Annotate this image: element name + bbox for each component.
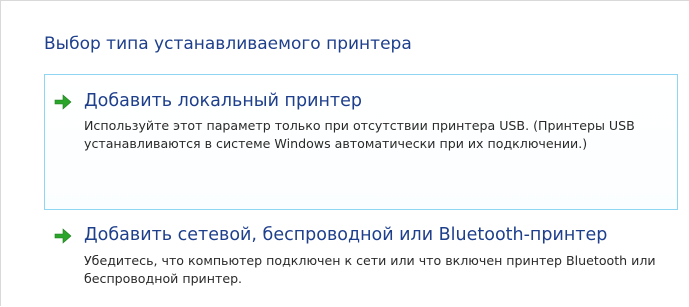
option-description: Используйте этот параметр только при отс… <box>84 118 635 151</box>
option-title: Добавить сетевой, беспроводной или Bluet… <box>84 225 608 245</box>
page-title: Выбор типа устанавливаемого принтера <box>44 34 412 54</box>
option-description: Убедитесь, что компьютер подключен к сет… <box>84 253 656 286</box>
add-local-printer-option[interactable]: Добавить локальный принтер Используйте э… <box>44 74 678 210</box>
add-network-printer-option[interactable]: Добавить сетевой, беспроводной или Bluet… <box>44 217 678 307</box>
wizard-page: Выбор типа устанавливаемого принтера Доб… <box>0 0 689 306</box>
green-arrow-icon <box>54 94 72 110</box>
option-title: Добавить локальный принтер <box>84 91 362 111</box>
green-arrow-icon <box>54 228 72 244</box>
